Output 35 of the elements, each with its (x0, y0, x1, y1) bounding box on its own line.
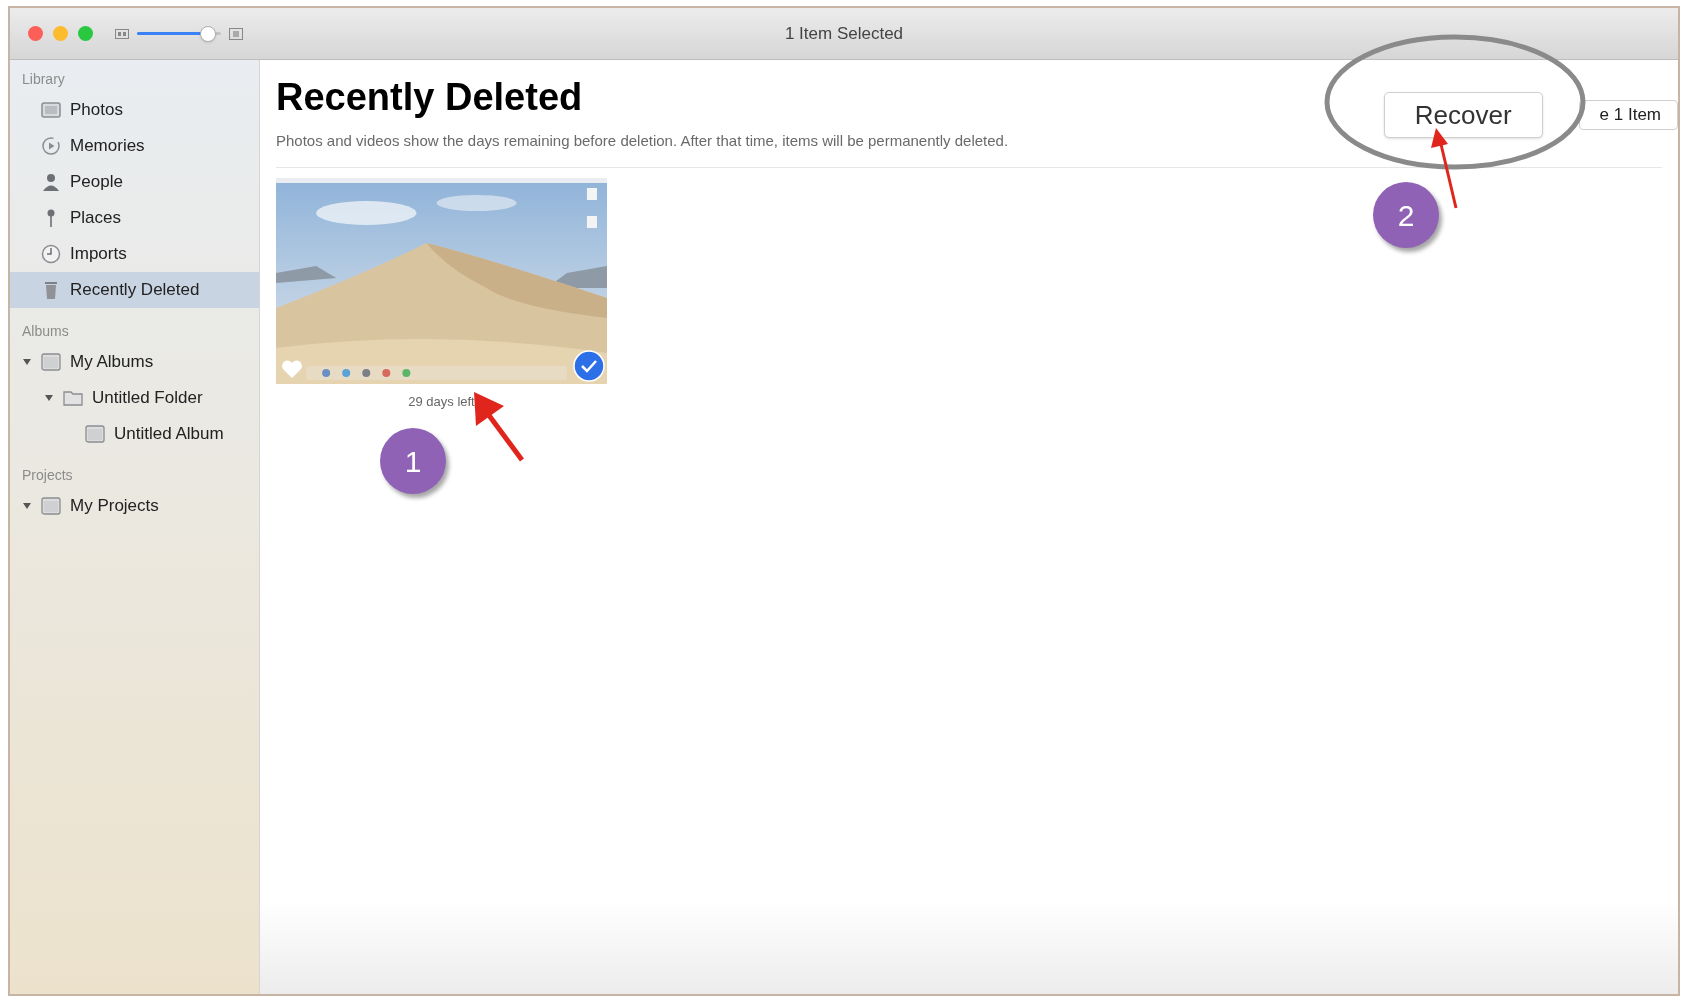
sidebar-item[interactable]: Imports (10, 236, 259, 272)
large-thumbnail-icon (229, 27, 243, 40)
person-icon (40, 171, 62, 193)
sidebar-item[interactable]: Untitled Album (10, 416, 259, 452)
sidebar-item[interactable]: Untitled Folder (10, 380, 259, 416)
sidebar-heading: Albums (21, 321, 70, 341)
page-title: Recently Deleted (276, 78, 584, 116)
window-title: 1 Item Selected (784, 22, 904, 45)
disclosure-triangle-icon[interactable] (22, 357, 32, 367)
disclosure-triangle-icon[interactable] (22, 501, 32, 511)
days-left-label: 29 days left (408, 392, 475, 411)
disclosure-triangle-icon[interactable] (44, 393, 54, 403)
slider-thumb[interactable] (200, 25, 217, 42)
close-button[interactable] (28, 26, 43, 41)
sidebar-item[interactable]: My Projects (10, 488, 259, 524)
sidebar-item[interactable]: Photos (10, 92, 259, 128)
small-thumbnail-icon (115, 28, 129, 39)
clock-icon (40, 243, 62, 265)
sidebar-item[interactable]: People (10, 164, 259, 200)
sidebar-heading: Projects (21, 465, 74, 485)
checkmark-icon[interactable] (573, 349, 605, 382)
delete-button[interactable]: e 1 Item (1578, 100, 1678, 130)
album-icon (84, 423, 106, 445)
memories-icon (40, 135, 62, 157)
zoom-slider[interactable] (137, 25, 221, 42)
sidebar-item[interactable]: Recently Deleted (10, 272, 259, 308)
sidebar-item[interactable]: My Albums (10, 344, 259, 380)
page-description: Photos and videos show the days remaining before deletion. After that time, items will be permanently deleted. (276, 131, 1009, 151)
album-icon (40, 495, 62, 517)
recover-button[interactable]: Recover (1383, 92, 1543, 138)
photos-icon (40, 99, 62, 121)
sidebar-heading: Library (21, 69, 66, 89)
sidebar-item[interactable]: Places (10, 200, 259, 236)
sidebar-item[interactable]: Memories (10, 128, 259, 164)
album-icon (40, 351, 62, 373)
